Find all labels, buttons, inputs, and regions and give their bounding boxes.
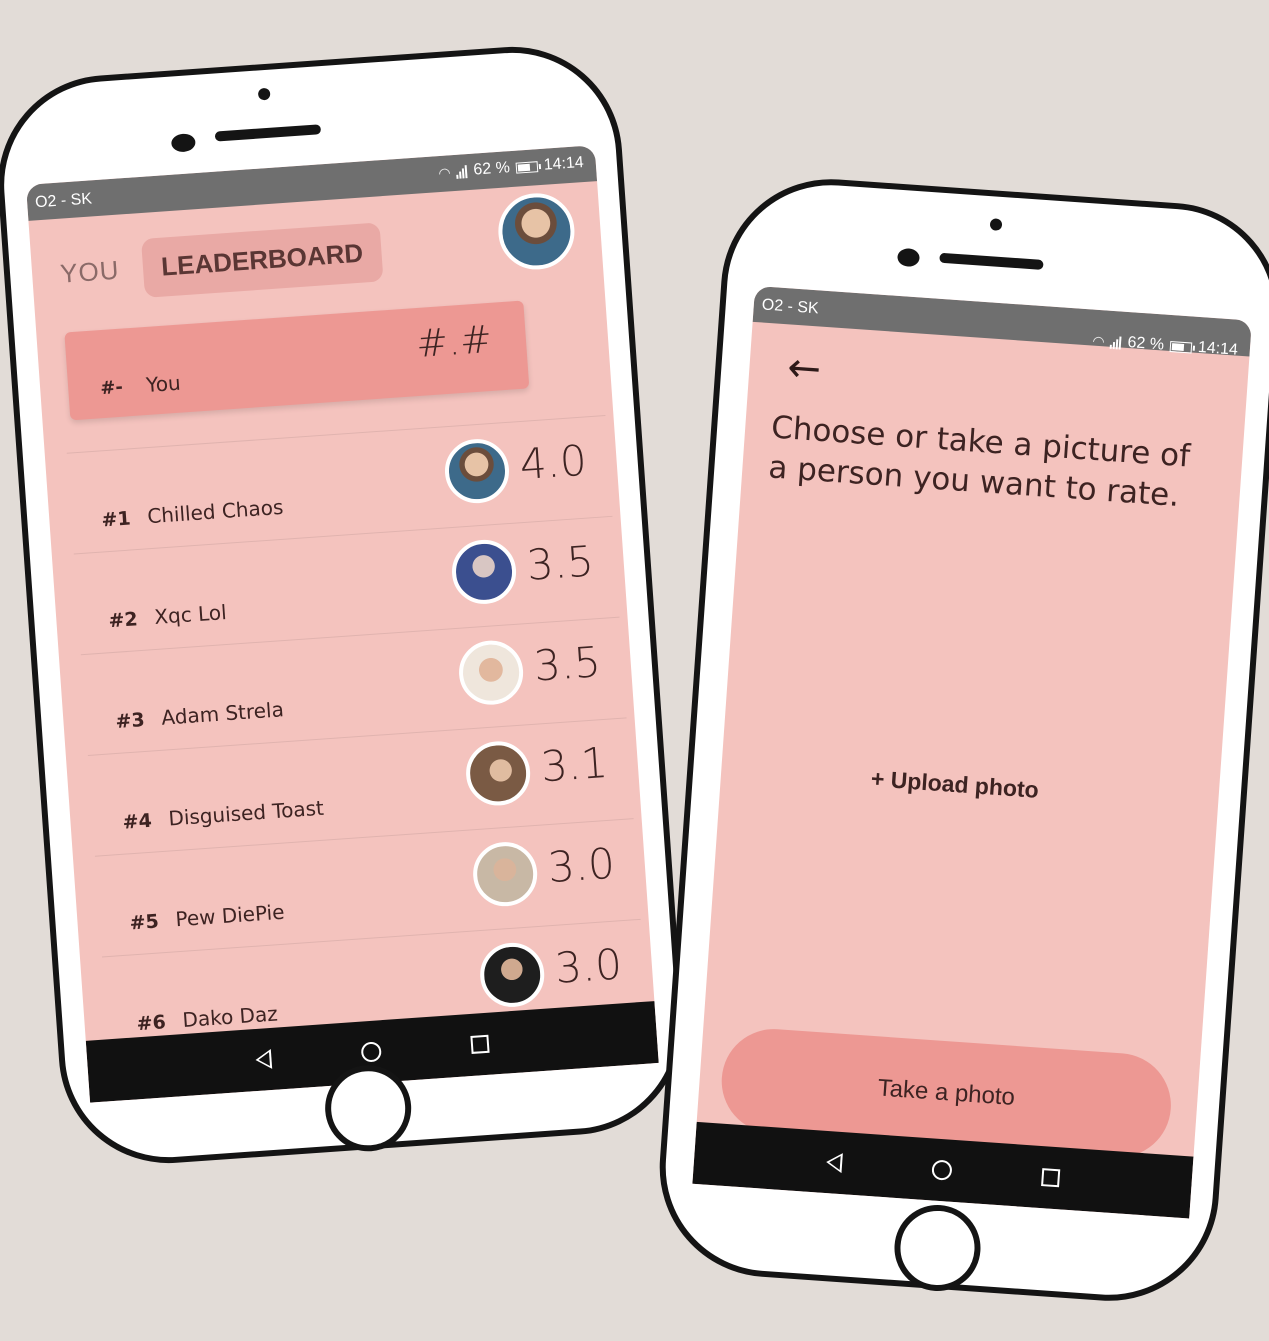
avatar	[442, 436, 512, 506]
phone-right: O2 - SK ◠ 62 % 14:14 ← Choose or take a …	[652, 171, 1269, 1309]
row-name: Disguised Toast	[167, 795, 325, 831]
carrier-label: O2 - SK	[34, 190, 93, 212]
row-rank: #3	[114, 708, 146, 733]
tab-you[interactable]: YOU	[59, 255, 120, 290]
circle-home-icon[interactable]	[931, 1159, 953, 1181]
leaderboard-screen: O2 - SK ◠ 62 % 14:14 YOU LEADERBOARD #- …	[25, 145, 659, 1103]
circle-home-icon[interactable]	[360, 1041, 382, 1063]
wifi-icon: ◠	[437, 163, 452, 181]
tab-bar: YOU LEADERBOARD	[58, 222, 384, 303]
sensor-dot	[896, 247, 921, 268]
row-rank: #4	[121, 809, 153, 834]
home-button[interactable]	[891, 1202, 984, 1294]
battery-percent: 62 %	[472, 159, 511, 179]
front-camera	[989, 218, 1003, 231]
avatar	[471, 840, 540, 909]
row-score: 4.0	[518, 435, 589, 490]
row-score: 3.0	[546, 838, 617, 893]
rate-prompt: Choose or take a picture of a person you…	[767, 409, 1192, 514]
row-score: 3.1	[539, 737, 610, 792]
triangle-back-icon[interactable]	[825, 1152, 843, 1174]
sensor-dot	[170, 133, 196, 153]
square-recent-icon[interactable]	[470, 1034, 490, 1054]
battery-icon	[1169, 340, 1193, 354]
battery-icon	[515, 160, 539, 174]
avatar	[449, 537, 519, 607]
you-rank: #-	[99, 376, 124, 400]
triangle-back-icon[interactable]	[254, 1048, 273, 1071]
row-name: Pew DiePie	[174, 899, 286, 932]
leaderboard-list: #1 Chilled Chaos 4.0 #2 Xqc Lol 3.5 #3 A…	[66, 415, 648, 1058]
carrier-label: O2 - SK	[761, 296, 820, 318]
signal-icon	[456, 164, 469, 179]
avatar	[478, 940, 547, 1010]
rate-screen: O2 - SK ◠ 62 % 14:14 ← Choose or take a …	[692, 285, 1252, 1219]
you-name: You	[145, 370, 182, 397]
wifi-icon: ◠	[1091, 332, 1106, 349]
status-right: ◠ 62 % 14:14	[438, 154, 585, 182]
signal-icon	[1110, 335, 1122, 350]
phone-left: O2 - SK ◠ 62 % 14:14 YOU LEADERBOARD #- …	[0, 39, 691, 1171]
you-row[interactable]: #- You #.#	[64, 300, 530, 421]
arrow-left-icon[interactable]: ←	[786, 344, 823, 392]
user-avatar[interactable]	[495, 190, 577, 272]
clock: 14:14	[543, 153, 585, 174]
clock: 14:14	[1197, 338, 1239, 359]
upload-photo-button[interactable]: + Upload photo	[870, 765, 1039, 804]
speaker	[939, 252, 1044, 270]
tab-leaderboard[interactable]: LEADERBOARD	[141, 222, 384, 298]
row-score: 3.0	[553, 939, 624, 993]
row-rank: #5	[128, 910, 160, 935]
row-name: Adam Strela	[160, 697, 285, 730]
row-score: 3.5	[525, 536, 596, 590]
battery-percent: 62 %	[1127, 334, 1165, 354]
row-rank: #2	[107, 608, 139, 633]
row-rank: #1	[100, 507, 132, 532]
row-score: 3.5	[532, 637, 603, 691]
status-bar: O2 - SK ◠ 62 % 14:14	[752, 285, 1252, 360]
status-right: ◠ 62 % 14:14	[1092, 332, 1239, 360]
you-score: #.#	[414, 316, 494, 367]
row-name: Chilled Chaos	[146, 494, 285, 529]
avatar	[456, 638, 526, 707]
row-rank: #6	[135, 1011, 167, 1036]
square-recent-icon[interactable]	[1041, 1168, 1061, 1188]
front-camera	[257, 87, 271, 101]
speaker	[214, 124, 322, 142]
avatar	[463, 739, 533, 808]
row-name: Xqc Lol	[153, 599, 228, 629]
